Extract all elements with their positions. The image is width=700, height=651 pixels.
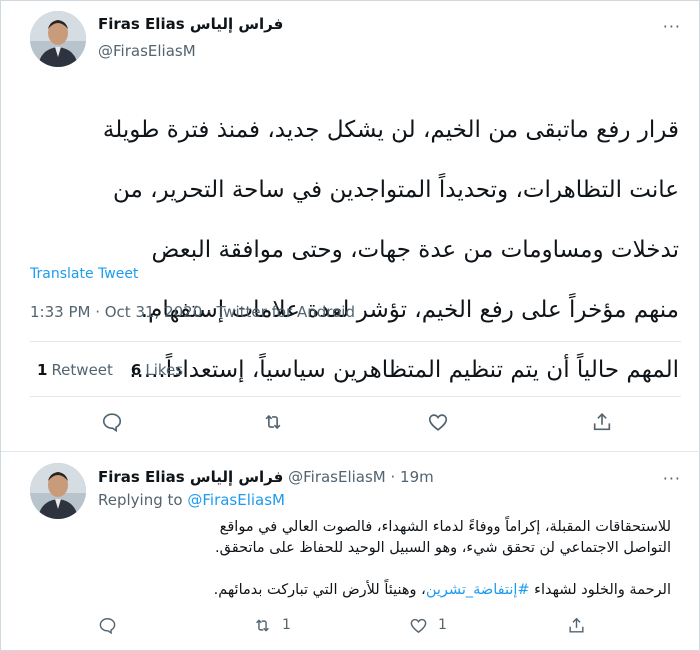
reply-text-line: التواصل الاجتماعي لن تحقق شيء، وهو السبي… <box>215 540 671 556</box>
like-button[interactable]: 1 <box>409 612 447 638</box>
replying-to-mention[interactable]: @FirasEliasM <box>187 491 285 509</box>
like-icon[interactable] <box>427 411 457 441</box>
retweets-label: Retweet <box>51 361 113 379</box>
display-name[interactable]: Firas Elias فراس إلياس <box>98 15 283 33</box>
reply-icon[interactable] <box>98 612 127 638</box>
display-name[interactable]: Firas Elias فراس إلياس <box>98 468 283 486</box>
reply-actions: 1 1 <box>1 612 700 640</box>
reply-header: Firas Elias فراس إلياس @FirasEliasM · 19… <box>98 468 434 486</box>
replying-to-label: Replying to <box>98 491 183 509</box>
likes-stat[interactable]: 6 Likes <box>131 361 183 379</box>
more-dots-icon[interactable]: ··· <box>663 469 681 488</box>
likes-count: 6 <box>130 361 142 379</box>
retweets-stat[interactable]: 1 Retweet <box>37 361 113 379</box>
replying-to: Replying to @FirasEliasM <box>98 491 285 509</box>
reply-text-line: للاستحقاقات المقبلة، إكراماً ووفاءً لدما… <box>219 519 671 535</box>
engagement-stats: 1 Retweet 6 Likes <box>37 361 183 379</box>
reply-icon[interactable] <box>101 411 131 441</box>
retweets-count: 1 <box>37 361 48 379</box>
tweet-thread: Firas Elias فراس إلياس @FirasEliasM ··· … <box>0 0 700 651</box>
avatar[interactable] <box>30 463 86 519</box>
translate-tweet-link[interactable]: Translate Tweet <box>30 266 138 282</box>
tweet-text-line: تدخلات ومساومات من عدة جهات، وحتى موافقة… <box>151 237 679 263</box>
tweet-timestamp-source[interactable]: 1:33 PM · Oct 31, 2020 · Twitter for And… <box>30 303 355 321</box>
retweet-button[interactable]: 1 <box>253 612 291 638</box>
like-icon <box>410 618 427 633</box>
more-dots-icon[interactable]: ··· <box>663 17 681 36</box>
tweet-text-line: قرار رفع ماتبقى من الخيم، لن يشكل جديد، … <box>102 117 679 143</box>
divider <box>30 341 681 342</box>
reply-tweet[interactable]: Firas Elias فراس إلياس @FirasEliasM · 19… <box>1 453 700 651</box>
tweet-actions <box>1 411 700 441</box>
handle-and-time[interactable]: @FirasEliasM · 19m <box>288 468 434 486</box>
retweet-icon[interactable] <box>262 411 292 441</box>
reply-text-part: ، وهنيئاً للأرض التي تباركت بدمائهم. <box>213 582 426 598</box>
hashtag-link[interactable]: #إنتفاضة_تشرين <box>426 582 530 598</box>
tweet-text-line: عانت التظاهرات، وتحديداً المتواجدين في س… <box>112 177 679 203</box>
reply-text: للاستحقاقات المقبلة، إكراماً ووفاءً لدما… <box>81 517 671 601</box>
user-handle[interactable]: @FirasEliasM <box>98 42 196 60</box>
share-icon[interactable] <box>567 612 596 638</box>
divider <box>30 396 681 397</box>
like-count: 1 <box>438 617 447 633</box>
likes-label: Likes <box>145 361 184 379</box>
avatar[interactable] <box>30 11 86 67</box>
reply-text-line: الرحمة والخلود لشهداء #إنتفاضة_تشرين، وه… <box>81 580 671 601</box>
reply-text-part: الرحمة والخلود لشهداء <box>529 582 671 598</box>
retweet-icon <box>256 618 269 632</box>
share-icon[interactable] <box>591 411 621 441</box>
retweet-count: 1 <box>282 617 291 633</box>
main-tweet: Firas Elias فراس إلياس @FirasEliasM ··· … <box>1 1 700 452</box>
